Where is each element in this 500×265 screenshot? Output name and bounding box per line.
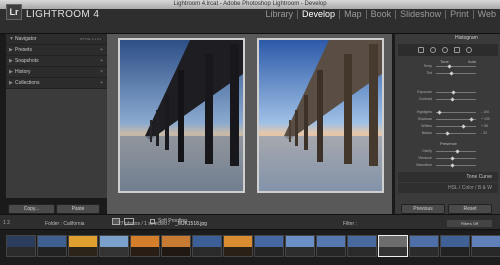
filmstrip-thumbnail[interactable] (223, 235, 253, 257)
expand-triangle-icon: ▶ (9, 47, 13, 53)
add-collection-icon[interactable]: + (100, 78, 103, 89)
history-header[interactable]: ▶ History × (6, 67, 107, 78)
slider-track[interactable] (436, 126, 476, 127)
filmstrip-thumbnail[interactable] (99, 235, 129, 257)
add-snapshot-icon[interactable]: + (100, 56, 103, 67)
filters-off-dropdown[interactable]: Filters Off (447, 220, 492, 227)
filmstrip-thumbnail[interactable] (285, 235, 315, 257)
filmstrip-folder[interactable]: Folder : California (45, 221, 84, 227)
filmstrip-thumbnail[interactable] (316, 235, 346, 257)
left-panel: ▼ Navigator FIT FILL 1:1 3:1 ▶ Presets +… (6, 34, 107, 198)
graduated-filter-tool-icon[interactable] (454, 47, 460, 53)
pier-photo-after (259, 40, 382, 191)
navigator-label: Navigator (15, 36, 37, 42)
module-book[interactable]: Book (367, 8, 396, 20)
hsl-header[interactable]: HSL / Color / B & W (398, 183, 498, 193)
slider-track[interactable] (436, 158, 476, 159)
paste-button[interactable]: Paste (56, 204, 100, 214)
clear-history-icon[interactable]: × (100, 67, 103, 78)
slider-track[interactable] (436, 133, 476, 134)
after-photo[interactable] (257, 38, 384, 193)
slider-value[interactable]: - 32 (481, 131, 487, 135)
module-develop[interactable]: Develop (298, 8, 339, 20)
slider-label: Highlights (416, 110, 432, 114)
snapshots-label: Snapshots (15, 58, 39, 64)
filmstrip-thumbnail[interactable] (192, 235, 222, 257)
crop-tool-icon[interactable] (418, 47, 424, 53)
filmstrip-thumbnail[interactable] (37, 235, 67, 257)
slider-label: Shadows (417, 117, 432, 121)
expand-triangle-icon: ▶ (9, 80, 13, 86)
filmstrip-thumbnail[interactable] (378, 235, 408, 257)
slider-label: Whites (421, 124, 432, 128)
slider-label: Temp (423, 64, 432, 68)
tone-label: Tone (440, 59, 449, 64)
adjustment-brush-tool-icon[interactable] (466, 47, 472, 53)
filmstrip-thumbnail[interactable] (409, 235, 439, 257)
filmstrip-thumbnail[interactable] (68, 235, 98, 257)
navigator-header[interactable]: ▼ Navigator FIT FILL 1:1 3:1 (6, 34, 107, 45)
collections-label: Collections (15, 80, 40, 86)
add-preset-icon[interactable]: + (100, 45, 103, 56)
history-label: History (15, 69, 31, 75)
slider-track[interactable] (436, 99, 476, 100)
pier-photo-before (120, 40, 243, 191)
slider-track[interactable] (436, 66, 476, 67)
spot-removal-tool-icon[interactable] (430, 47, 436, 53)
presets-label: Presets (15, 47, 32, 53)
secondary-window-buttons[interactable]: 1 2 (3, 220, 10, 226)
module-web[interactable]: Web (474, 8, 500, 20)
filmstrip-thumbnail[interactable] (440, 235, 470, 257)
slider-label: Clarity (422, 149, 432, 153)
filmstrip-thumbnail[interactable] (347, 235, 377, 257)
presence-label: Presence (440, 141, 457, 146)
filmstrip-thumbnail[interactable] (161, 235, 191, 257)
tone-curve-header[interactable]: Tone Curve (398, 172, 498, 182)
module-picker: Library Develop Map Book Slideshow Print… (262, 7, 500, 21)
filmstrip-thumbnail[interactable] (130, 235, 160, 257)
reset-button[interactable]: Reset (448, 204, 492, 214)
expand-triangle-icon: ▶ (9, 69, 13, 75)
filmstrip-filename[interactable]: _MJK1518.jpg (175, 221, 207, 227)
presets-header[interactable]: ▶ Presets + (6, 45, 107, 56)
filmstrip-thumbnail[interactable] (254, 235, 284, 257)
slider-value[interactable]: - 100 (481, 110, 489, 114)
slider-label: Contrast (418, 97, 432, 101)
filter-label: Filter : (343, 221, 357, 227)
brand-title: LIGHTROOM 4 (26, 9, 100, 20)
module-map[interactable]: Map (340, 8, 366, 20)
slider-label: Vibrance (418, 156, 432, 160)
copy-button[interactable]: Copy... (8, 204, 55, 214)
slider-label: Exposure (417, 90, 432, 94)
slider-label: Blacks (421, 131, 432, 135)
module-print[interactable]: Print (446, 8, 473, 20)
filmstrip-thumbnail[interactable] (6, 235, 36, 257)
navigator-zoom-options[interactable]: FIT FILL 1:1 3:1 (80, 34, 101, 45)
histogram-label[interactable]: Histogram (455, 35, 478, 41)
slider-track[interactable] (436, 92, 476, 93)
filmstrip-count: 27 photos / 1 selected / (118, 221, 170, 227)
collapse-triangle-icon: ▼ (9, 36, 14, 42)
tool-strip (398, 44, 498, 56)
auto-tone-button[interactable]: Auto (468, 59, 476, 64)
slider-track[interactable] (436, 112, 476, 113)
expand-triangle-icon: ▶ (9, 58, 13, 64)
slider-track[interactable] (436, 73, 476, 74)
red-eye-tool-icon[interactable] (442, 47, 448, 53)
snapshots-header[interactable]: ▶ Snapshots + (6, 56, 107, 67)
slider-label: Saturation (416, 163, 432, 167)
slider-track[interactable] (436, 165, 476, 166)
lightroom-logo-icon: Lr (6, 4, 22, 20)
slider-label: Tint (426, 71, 432, 75)
collections-header[interactable]: ▶ Collections + (6, 78, 107, 89)
before-photo[interactable] (118, 38, 245, 193)
previous-button[interactable]: Previous (401, 204, 445, 214)
filmstrip-thumbnail[interactable] (471, 235, 500, 257)
module-library[interactable]: Library (262, 8, 298, 20)
slider-value[interactable]: + 100 (481, 117, 490, 121)
slider-value[interactable]: + 55 (481, 124, 488, 128)
module-slideshow[interactable]: Slideshow (396, 8, 445, 20)
